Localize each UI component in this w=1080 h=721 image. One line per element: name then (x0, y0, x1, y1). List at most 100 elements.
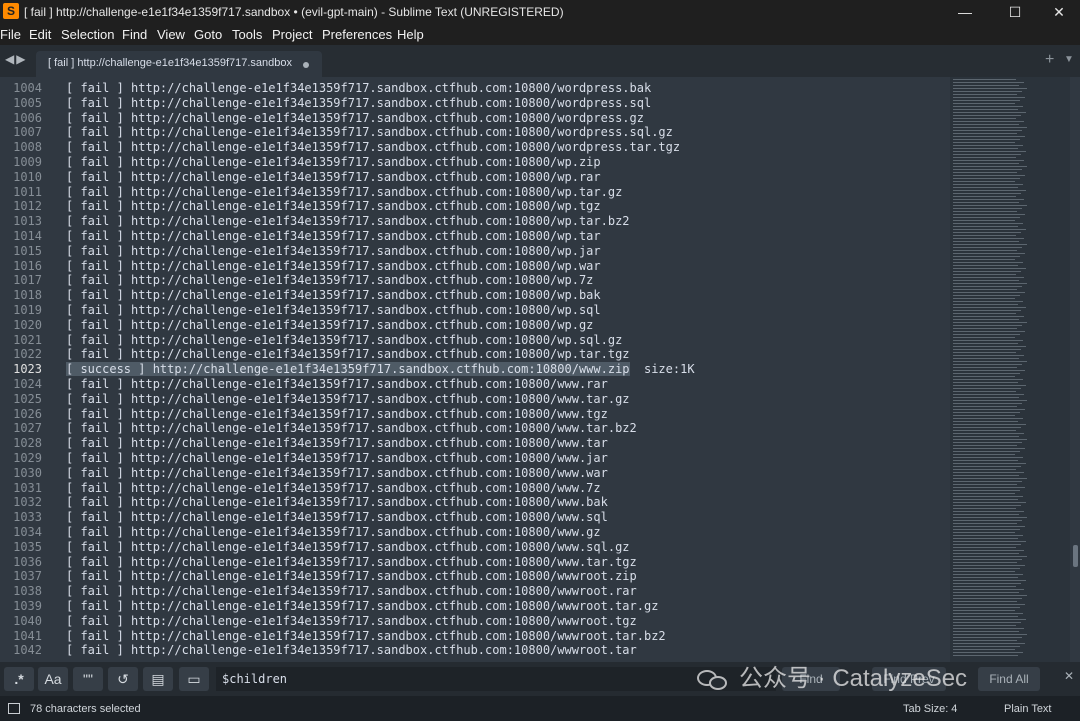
panel-toggle-icon[interactable] (8, 703, 20, 714)
menu-project[interactable]: Project (272, 27, 312, 42)
close-icon[interactable]: ✕ (1036, 0, 1080, 24)
line-number: 1029 (13, 451, 42, 465)
in-selection-icon[interactable]: ▤ (143, 667, 173, 691)
code-line[interactable]: [ fail ] http://challenge-e1e1f34e1359f7… (66, 466, 608, 481)
code-line[interactable]: [ fail ] http://challenge-e1e1f34e1359f7… (66, 555, 637, 570)
code-line[interactable]: [ fail ] http://challenge-e1e1f34e1359f7… (66, 244, 601, 259)
menu-find[interactable]: Find (122, 27, 147, 42)
minimap-line (953, 193, 1021, 194)
code-line[interactable]: [ fail ] http://challenge-e1e1f34e1359f7… (66, 421, 637, 436)
minimap-line (953, 436, 1019, 437)
menu-view[interactable]: View (157, 27, 185, 42)
menu-edit[interactable]: Edit (29, 27, 51, 42)
code-line[interactable]: [ fail ] http://challenge-e1e1f34e1359f7… (66, 214, 630, 229)
code-line[interactable]: [ fail ] http://challenge-e1e1f34e1359f7… (66, 111, 644, 126)
minimap-line (953, 577, 1018, 578)
minimap-line (953, 271, 1021, 272)
code-line[interactable]: [ fail ] http://challenge-e1e1f34e1359f7… (66, 525, 601, 540)
code-line[interactable]: [ fail ] http://challenge-e1e1f34e1359f7… (66, 273, 593, 288)
line-number: 1035 (13, 539, 42, 554)
minimap-line (953, 301, 1023, 302)
line-number: 1042 (13, 643, 42, 658)
code-line[interactable]: [ fail ] http://challenge-e1e1f34e1359f7… (66, 140, 680, 155)
minimap-line (953, 475, 1019, 476)
code-line[interactable]: [ fail ] http://challenge-e1e1f34e1359f7… (66, 125, 673, 140)
minimap-line (953, 337, 1015, 338)
code-line[interactable]: [ fail ] http://challenge-e1e1f34e1359f7… (66, 199, 601, 214)
code-line[interactable]: [ fail ] http://challenge-e1e1f34e1359f7… (66, 614, 637, 629)
code-line[interactable]: [ fail ] http://challenge-e1e1f34e1359f7… (66, 81, 651, 96)
minimap-line (953, 313, 1016, 314)
code-line[interactable]: [ fail ] http://challenge-e1e1f34e1359f7… (66, 643, 637, 658)
code-line[interactable]: [ fail ] http://challenge-e1e1f34e1359f7… (66, 629, 666, 644)
code-line[interactable]: [ fail ] http://challenge-e1e1f34e1359f7… (66, 229, 601, 244)
minimap-line (953, 163, 1019, 164)
unsaved-dot-icon[interactable] (303, 62, 309, 68)
tab-list-chevron-icon[interactable]: ▼ (1064, 54, 1074, 65)
line-number: 1033 (13, 510, 42, 525)
minimap-line (953, 274, 1016, 275)
status-bar: 78 characters selected Tab Size: 4 Plain… (0, 696, 1080, 721)
tab-nav-arrows-icon[interactable]: ◀▶ (5, 52, 27, 66)
minimap-line (953, 610, 1015, 611)
line-number: 1014 (13, 229, 42, 243)
code-line[interactable]: [ fail ] http://challenge-e1e1f34e1359f7… (66, 333, 622, 348)
code-line[interactable]: [ fail ] http://challenge-e1e1f34e1359f7… (66, 377, 608, 392)
code-line[interactable]: [ fail ] http://challenge-e1e1f34e1359f7… (66, 584, 637, 599)
minimap[interactable] (950, 77, 1070, 662)
code-line[interactable]: [ fail ] http://challenge-e1e1f34e1359f7… (66, 451, 608, 466)
code-line[interactable]: [ fail ] http://challenge-e1e1f34e1359f7… (66, 96, 651, 111)
whole-word-toggle-button[interactable]: "" (73, 667, 103, 691)
menu-selection[interactable]: Selection (61, 27, 114, 42)
tab-size-indicator[interactable]: Tab Size: 4 (903, 703, 957, 715)
syntax-indicator[interactable]: Plain Text (1004, 703, 1052, 715)
code-line[interactable]: [ fail ] http://challenge-e1e1f34e1359f7… (66, 347, 630, 362)
scrollbar-thumb[interactable] (1073, 545, 1078, 567)
menu-preferences[interactable]: Preferences (322, 27, 392, 42)
minimap-line (953, 616, 1018, 617)
code-line[interactable]: [ fail ] http://challenge-e1e1f34e1359f7… (66, 288, 601, 303)
code-line[interactable]: [ fail ] http://challenge-e1e1f34e1359f7… (66, 540, 630, 555)
code-line[interactable]: [ fail ] http://challenge-e1e1f34e1359f7… (66, 495, 608, 510)
code-line[interactable]: [ fail ] http://challenge-e1e1f34e1359f7… (66, 481, 601, 496)
code-line[interactable]: [ fail ] http://challenge-e1e1f34e1359f7… (66, 185, 622, 200)
case-sensitive-toggle-button[interactable]: Aa (38, 667, 68, 691)
code-line[interactable]: [ fail ] http://challenge-e1e1f34e1359f7… (66, 436, 608, 451)
code-view[interactable]: [ fail ] http://challenge-e1e1f34e1359f7… (66, 77, 946, 662)
code-line[interactable]: [ success ] http://challenge-e1e1f34e135… (66, 362, 695, 377)
minimap-line (953, 217, 1020, 218)
tab-active-file[interactable]: [ fail ] http://challenge-e1e1f34e1359f7… (36, 51, 322, 77)
code-line[interactable]: [ fail ] http://challenge-e1e1f34e1359f7… (66, 510, 608, 525)
regex-toggle-button[interactable]: .* (4, 667, 34, 691)
menu-file[interactable]: File (0, 27, 21, 42)
minimap-line (953, 382, 1018, 383)
code-line[interactable]: [ fail ] http://challenge-e1e1f34e1359f7… (66, 569, 637, 584)
minimap-line (953, 232, 1021, 233)
find-input[interactable] (216, 667, 776, 691)
code-line[interactable]: [ fail ] http://challenge-e1e1f34e1359f7… (66, 155, 601, 170)
minimap-line (953, 448, 1025, 449)
code-line[interactable]: [ fail ] http://challenge-e1e1f34e1359f7… (66, 599, 658, 614)
maximize-icon[interactable]: ☐ (992, 0, 1038, 24)
line-number: 1011 (13, 184, 42, 199)
minimap-line (953, 538, 1018, 539)
minimap-line (953, 412, 1020, 413)
add-tab-icon[interactable]: + (1045, 51, 1054, 69)
menu-tools[interactable]: Tools (232, 27, 262, 42)
code-line[interactable]: [ fail ] http://challenge-e1e1f34e1359f7… (66, 259, 601, 274)
code-line[interactable]: [ fail ] http://challenge-e1e1f34e1359f7… (66, 170, 601, 185)
wrap-icon[interactable]: ↺ (108, 667, 138, 691)
minimap-line (953, 184, 1023, 185)
menu-help[interactable]: Help (397, 27, 424, 42)
code-line[interactable]: [ fail ] http://challenge-e1e1f34e1359f7… (66, 318, 593, 333)
minimap-line (953, 427, 1021, 428)
minimize-icon[interactable]: — (942, 0, 988, 24)
code-line[interactable]: [ fail ] http://challenge-e1e1f34e1359f7… (66, 407, 608, 422)
code-line[interactable]: [ fail ] http://challenge-e1e1f34e1359f7… (66, 303, 601, 318)
editor-area[interactable]: 1004 1005 1006 1007 1008 1009 1010 1011 1012 1013… (0, 77, 1080, 662)
sublime-app-icon: S (3, 3, 19, 19)
code-line[interactable]: [ fail ] http://challenge-e1e1f34e1359f7… (66, 392, 630, 407)
highlight-icon[interactable]: ▭ (179, 667, 209, 691)
menu-goto[interactable]: Goto (194, 27, 222, 42)
close-find-panel-icon[interactable]: ✕ (1064, 669, 1074, 683)
